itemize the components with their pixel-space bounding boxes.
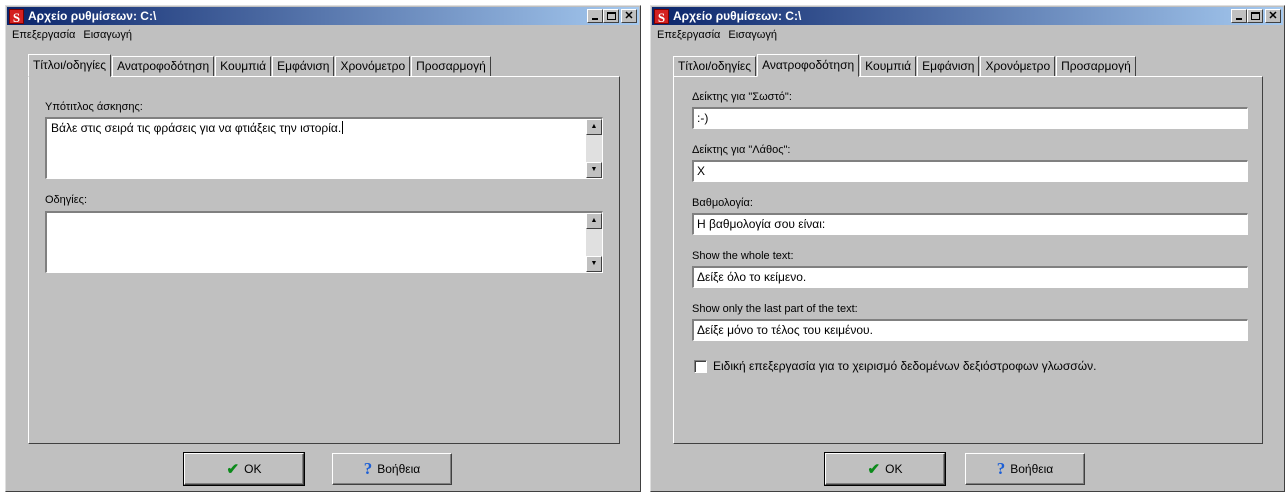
maximize-icon xyxy=(1251,12,1260,20)
question-mark-icon: ? xyxy=(363,459,373,478)
rtl-processing-option[interactable]: Ειδική επεξεργασία για το χειρισμό δεδομ… xyxy=(694,359,1096,373)
checkmark-icon: ✔ xyxy=(226,461,240,478)
close-button[interactable]: ✕ xyxy=(621,9,637,23)
minimize-icon xyxy=(592,18,598,20)
menu-edit[interactable]: Επεξεργασία xyxy=(653,29,724,41)
minimize-icon xyxy=(1236,18,1242,20)
maximize-button[interactable] xyxy=(1247,9,1263,23)
score-input[interactable]: Η βαθμολογία σου είναι: xyxy=(692,213,1248,235)
minimize-button[interactable] xyxy=(587,9,603,23)
app-icon: S xyxy=(9,8,24,25)
maximize-button[interactable] xyxy=(603,9,619,23)
tab-timer[interactable]: Χρονόμετρο xyxy=(335,56,411,76)
close-icon: ✕ xyxy=(624,10,634,22)
tab-timer[interactable]: Χρονόμετρο xyxy=(980,56,1056,76)
question-mark-icon: ? xyxy=(996,459,1006,478)
scroll-up-icon[interactable]: ▲ xyxy=(586,119,602,135)
correct-indicator-label: Δείκτης για "Σωστό": xyxy=(692,91,792,103)
tab-titles-instructions[interactable]: Τίτλοι/οδηγίες xyxy=(673,56,757,76)
rtl-processing-label: Ειδική επεξεργασία για το χειρισμό δεδομ… xyxy=(713,359,1097,373)
menu-edit[interactable]: Επεξεργασία xyxy=(8,29,79,41)
show-whole-text-input[interactable]: Δείξε όλο το κείμενο. xyxy=(692,266,1248,288)
tab-strip: Τίτλοι/οδηγίες Ανατροφοδότηση Κουμπιά Εμ… xyxy=(673,54,1137,77)
checkmark-icon: ✔ xyxy=(867,461,881,478)
maximize-icon xyxy=(607,12,616,20)
subtitle-textarea[interactable]: Βάλε στις σειρά τις φράσεις για να φτιάξ… xyxy=(45,117,603,179)
subtitle-label: Υπότιτλος άσκησης: xyxy=(45,101,143,113)
menu-insert[interactable]: Εισαγωγή xyxy=(724,29,781,41)
app-icon: S xyxy=(654,8,669,25)
title-bar[interactable]: S Αρχείο ρυθμίσεων: C:\ ✕ xyxy=(652,7,1283,25)
tab-strip: Τίτλοι/οδηγίες Ανατροφοδότηση Κουμπιά Εμ… xyxy=(28,54,492,77)
ok-button-label: OK xyxy=(244,462,262,476)
help-button[interactable]: ? Βοήθεια xyxy=(332,453,452,485)
scroll-down-icon[interactable]: ▼ xyxy=(586,256,602,272)
instructions-scrollbar[interactable]: ▲ ▼ xyxy=(586,213,602,272)
score-label: Βαθμολογία: xyxy=(692,197,753,209)
title-bar[interactable]: S Αρχείο ρυθμίσεων: C:\ ✕ xyxy=(7,7,639,25)
window-title: Αρχείο ρυθμίσεων: C:\ xyxy=(28,9,157,23)
help-button[interactable]: ? Βοήθεια xyxy=(965,453,1085,485)
tab-panel: Δείκτης για "Σωστό": :-) Δείκτης για "Λά… xyxy=(673,76,1263,444)
show-last-part-label: Show only the last part of the text: xyxy=(692,303,858,315)
rtl-processing-checkbox[interactable] xyxy=(694,359,707,373)
show-whole-text-label: Show the whole text: xyxy=(692,250,794,262)
window-title: Αρχείο ρυθμίσεων: C:\ xyxy=(673,9,802,23)
tab-appearance[interactable]: Εμφάνιση xyxy=(917,56,980,76)
correct-indicator-input[interactable]: :-) xyxy=(692,107,1248,129)
tab-customize[interactable]: Προσαρμογή xyxy=(1056,56,1136,76)
help-button-label: Βοήθεια xyxy=(1010,462,1054,476)
tab-feedback[interactable]: Ανατροφοδότηση xyxy=(757,54,860,77)
tab-panel: Υπότιτλος άσκησης: Βάλε στις σειρά τις φ… xyxy=(28,76,620,444)
show-last-part-input[interactable]: Δείξε μόνο το τέλος του κειμένου. xyxy=(692,319,1248,341)
scroll-up-icon[interactable]: ▲ xyxy=(586,213,602,229)
settings-window-feedback: S Αρχείο ρυθμίσεων: C:\ ✕ Επεξεργασία Ει… xyxy=(650,5,1285,492)
subtitle-scrollbar[interactable]: ▲ ▼ xyxy=(586,119,602,178)
wrong-indicator-label: Δείκτης για "Λάθος": xyxy=(692,144,791,156)
menu-bar: Επεξεργασία Εισαγωγή xyxy=(653,26,781,44)
settings-window-titles: S Αρχείο ρυθμίσεων: C:\ ✕ Επεξεργασία Ει… xyxy=(5,5,641,492)
subtitle-text: Βάλε στις σειρά τις φράσεις για να φτιάξ… xyxy=(51,121,342,135)
text-caret xyxy=(342,121,344,134)
tab-buttons[interactable]: Κουμπιά xyxy=(860,56,917,76)
ok-button-label: OK xyxy=(885,462,903,476)
close-icon: ✕ xyxy=(1268,10,1278,22)
tab-appearance[interactable]: Εμφάνιση xyxy=(272,56,335,76)
scroll-down-icon[interactable]: ▼ xyxy=(586,162,602,178)
menu-insert[interactable]: Εισαγωγή xyxy=(79,29,136,41)
tab-titles-instructions[interactable]: Τίτλοι/οδηγίες xyxy=(28,54,112,77)
help-button-label: Βοήθεια xyxy=(377,462,421,476)
ok-button[interactable]: ✔ OK xyxy=(824,452,946,486)
instructions-textarea[interactable]: ▲ ▼ xyxy=(45,211,603,273)
tab-buttons[interactable]: Κουμπιά xyxy=(215,56,272,76)
wrong-indicator-input[interactable]: X xyxy=(692,160,1248,182)
menu-bar: Επεξεργασία Εισαγωγή xyxy=(8,26,136,44)
ok-button[interactable]: ✔ OK xyxy=(183,452,305,486)
tab-feedback[interactable]: Ανατροφοδότηση xyxy=(112,56,215,76)
minimize-button[interactable] xyxy=(1231,9,1247,23)
close-button[interactable]: ✕ xyxy=(1265,9,1281,23)
tab-customize[interactable]: Προσαρμογή xyxy=(411,56,491,76)
instructions-label: Οδηγίες: xyxy=(45,194,88,206)
